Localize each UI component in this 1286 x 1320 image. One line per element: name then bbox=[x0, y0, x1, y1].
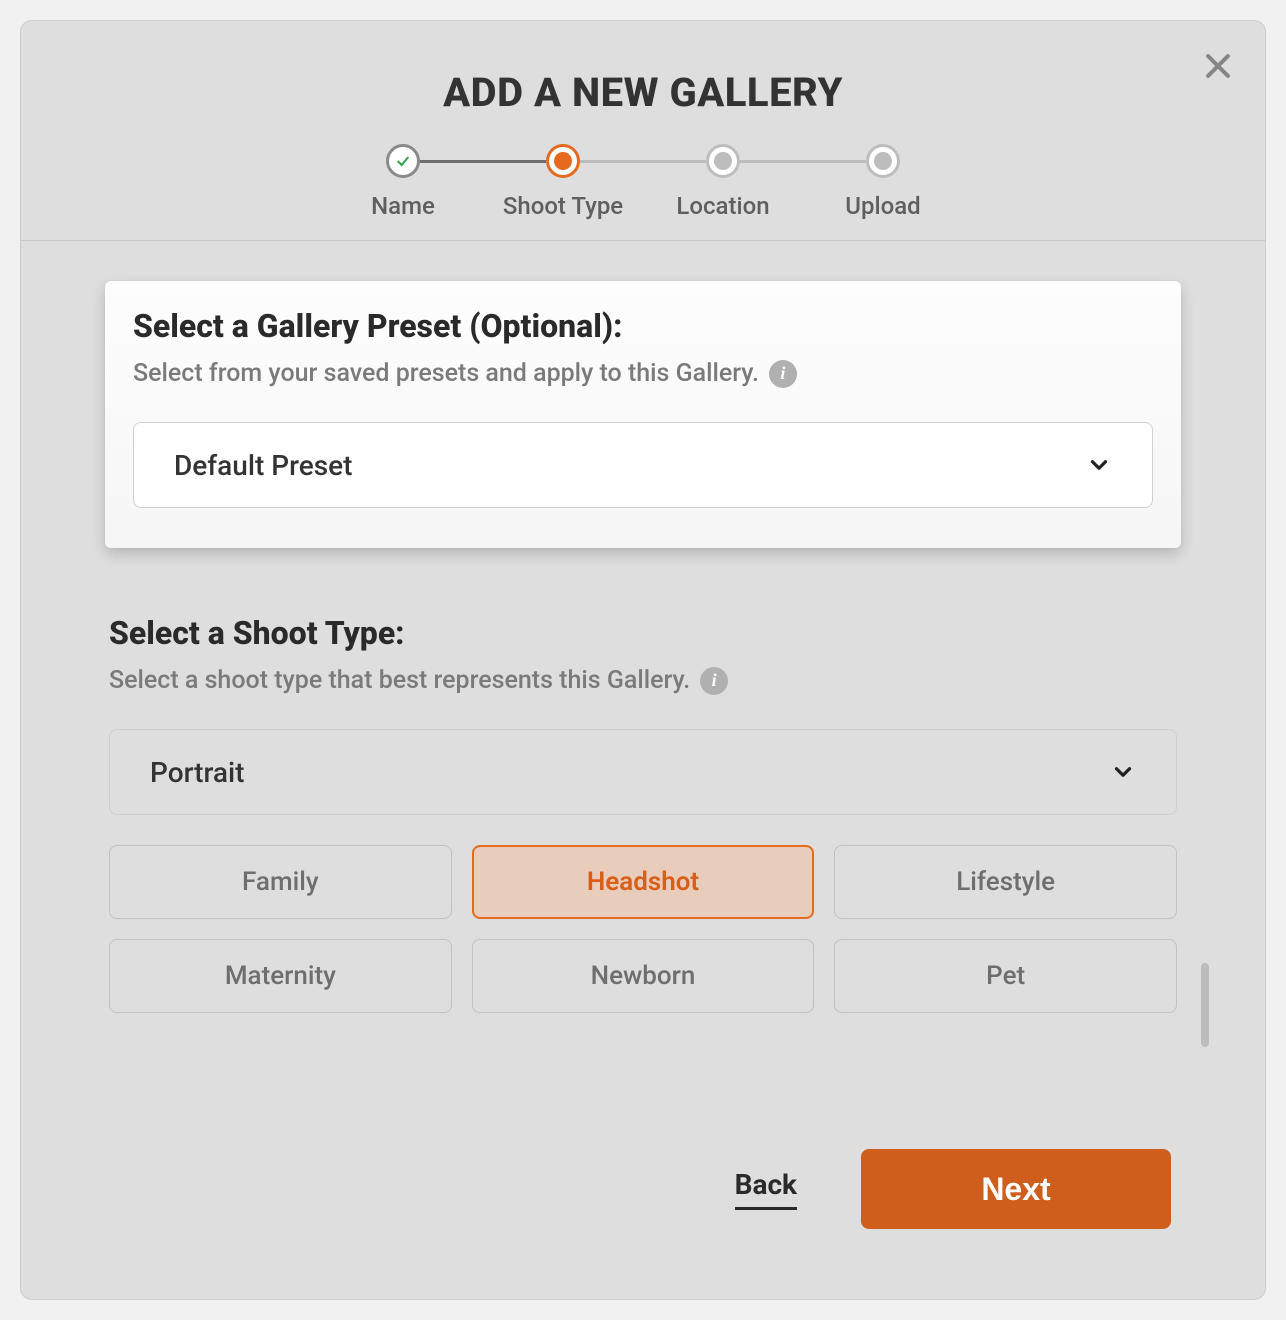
shoot-option-lifestyle[interactable]: Lifestyle bbox=[834, 845, 1177, 919]
step-circle-active bbox=[546, 144, 580, 178]
modal-title: ADD A NEW GALLERY bbox=[21, 69, 1265, 116]
step-upload: Upload bbox=[803, 144, 963, 220]
shoot-option-grid: Family Headshot Lifestyle Maternity Newb… bbox=[109, 845, 1177, 1013]
shoot-option-newborn[interactable]: Newborn bbox=[472, 939, 815, 1013]
close-icon bbox=[1201, 49, 1235, 83]
step-connector bbox=[740, 160, 866, 163]
step-location: Location bbox=[643, 144, 803, 220]
option-label: Maternity bbox=[225, 961, 336, 991]
step-label: Location bbox=[676, 192, 769, 220]
step-circle-done bbox=[386, 144, 420, 178]
modal-footer: Back Next bbox=[21, 1119, 1265, 1299]
back-button[interactable]: Back bbox=[735, 1168, 797, 1210]
option-label: Family bbox=[242, 867, 319, 897]
step-label: Upload bbox=[845, 192, 920, 220]
add-gallery-modal: ADD A NEW GALLERY Name Shoot Type Locati… bbox=[20, 20, 1266, 1300]
option-label: Lifestyle bbox=[956, 867, 1055, 897]
scrollbar[interactable] bbox=[1201, 963, 1209, 1047]
info-icon[interactable]: i bbox=[769, 360, 797, 388]
stepper: Name Shoot Type Location Upload bbox=[21, 144, 1265, 220]
shoot-category-value: Portrait bbox=[150, 756, 244, 789]
step-circle-future bbox=[706, 144, 740, 178]
shoot-option-family[interactable]: Family bbox=[109, 845, 452, 919]
preset-title: Select a Gallery Preset (Optional): bbox=[133, 307, 1153, 345]
option-label: Newborn bbox=[591, 961, 696, 991]
step-connector bbox=[420, 160, 546, 163]
shoot-category-select[interactable]: Portrait bbox=[109, 729, 1177, 815]
step-label: Name bbox=[371, 192, 435, 220]
close-button[interactable] bbox=[1201, 49, 1235, 87]
preset-subtitle: Select from your saved presets and apply… bbox=[133, 359, 1153, 388]
step-shoot-type: Shoot Type bbox=[483, 144, 643, 220]
option-label: Headshot bbox=[587, 867, 699, 897]
step-circle-future bbox=[866, 144, 900, 178]
chevron-down-icon bbox=[1110, 759, 1136, 785]
shoot-subtitle: Select a shoot type that best represents… bbox=[109, 666, 1177, 695]
preset-select-value: Default Preset bbox=[174, 449, 353, 482]
preset-card: Select a Gallery Preset (Optional): Sele… bbox=[105, 281, 1181, 548]
info-icon[interactable]: i bbox=[700, 667, 728, 695]
preset-sub-text: Select from your saved presets and apply… bbox=[133, 359, 759, 388]
next-button[interactable]: Next bbox=[861, 1149, 1171, 1229]
step-label: Shoot Type bbox=[503, 192, 623, 220]
check-icon bbox=[395, 153, 411, 169]
option-label: Pet bbox=[986, 961, 1025, 991]
shoot-option-maternity[interactable]: Maternity bbox=[109, 939, 452, 1013]
shoot-type-section: Select a Shoot Type: Select a shoot type… bbox=[105, 614, 1181, 1013]
modal-body: Select a Gallery Preset (Optional): Sele… bbox=[21, 241, 1265, 1119]
chevron-down-icon bbox=[1086, 452, 1112, 478]
shoot-option-headshot[interactable]: Headshot bbox=[472, 845, 815, 919]
shoot-sub-text: Select a shoot type that best represents… bbox=[109, 666, 690, 695]
preset-select[interactable]: Default Preset bbox=[133, 422, 1153, 508]
step-name: Name bbox=[323, 144, 483, 220]
shoot-option-pet[interactable]: Pet bbox=[834, 939, 1177, 1013]
modal-header: ADD A NEW GALLERY Name Shoot Type Locati… bbox=[21, 21, 1265, 241]
shoot-title: Select a Shoot Type: bbox=[109, 614, 1177, 652]
step-connector bbox=[580, 160, 706, 163]
